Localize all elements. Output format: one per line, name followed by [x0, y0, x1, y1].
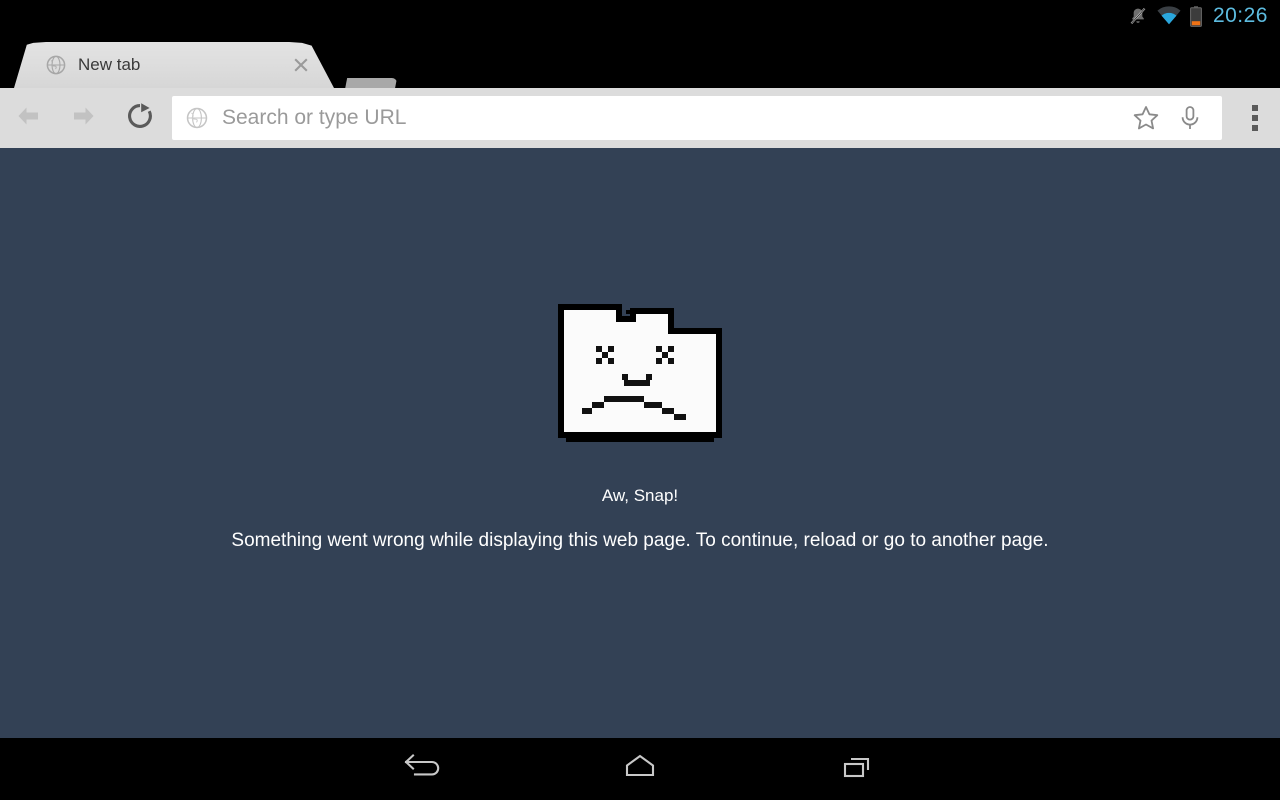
forward-button[interactable] [56, 90, 112, 146]
status-clock: 20:26 [1212, 4, 1268, 27]
menu-dot-icon [1252, 115, 1258, 121]
arrow-right-icon [69, 101, 99, 136]
globe-icon [46, 55, 66, 75]
globe-icon [186, 107, 208, 129]
browser-tab[interactable]: New tab [14, 42, 334, 88]
url-input[interactable] [220, 105, 1124, 131]
home-icon [620, 751, 660, 788]
ringer-muted-icon [1128, 6, 1148, 26]
wifi-icon [1157, 6, 1181, 26]
reload-icon [125, 101, 155, 136]
page-content: Aw, Snap! Something went wrong while dis… [0, 148, 1280, 738]
omnibox[interactable] [172, 96, 1222, 140]
back-arrow-icon [402, 751, 444, 788]
tab-title: New tab [78, 55, 141, 74]
microphone-icon[interactable] [1168, 96, 1212, 140]
status-bar: 20:26 [0, 0, 1280, 32]
error-title: Aw, Snap! [601, 486, 679, 505]
battery-low-icon [1190, 5, 1202, 27]
bookmark-star-icon[interactable] [1124, 96, 1168, 140]
system-recents-button[interactable] [802, 738, 912, 800]
sad-folder-icon [554, 300, 726, 442]
overflow-menu-button[interactable] [1230, 88, 1280, 148]
menu-dot-icon [1252, 125, 1258, 131]
close-icon[interactable] [286, 56, 316, 74]
arrow-left-icon [13, 101, 43, 136]
recent-apps-icon [838, 751, 876, 788]
system-navigation-bar [0, 738, 1280, 800]
menu-dot-icon [1252, 105, 1258, 111]
browser-toolbar [0, 88, 1280, 148]
error-message: Something went wrong while displaying th… [231, 530, 1049, 551]
reload-button[interactable] [112, 90, 168, 146]
system-back-button[interactable] [368, 738, 478, 800]
device-screen: 20:26 New tab Search or type URL Aw, Sna… [0, 0, 1280, 800]
back-button[interactable] [0, 90, 56, 146]
system-home-button[interactable] [585, 738, 695, 800]
tab-strip: New tab [0, 32, 1280, 110]
